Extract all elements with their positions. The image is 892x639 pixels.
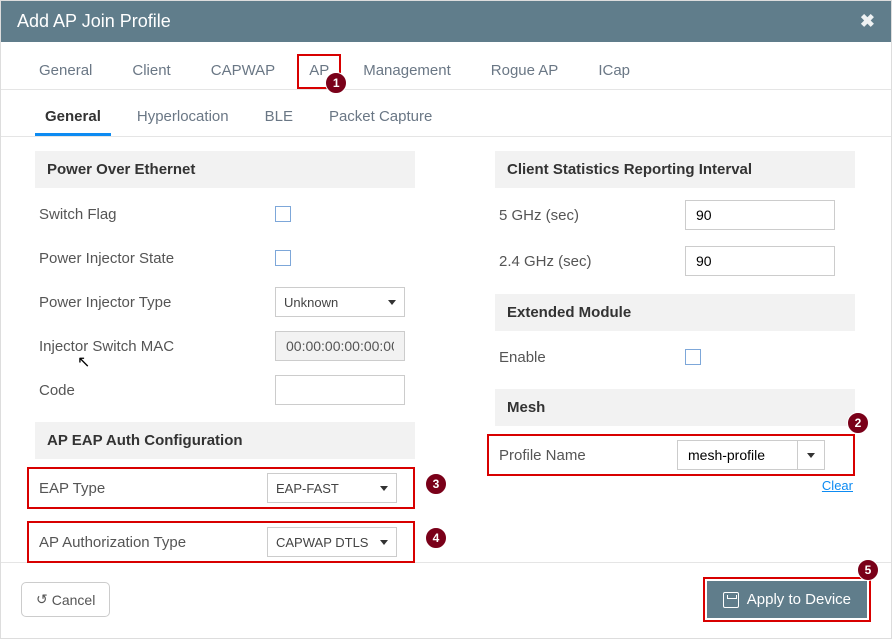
section-eap-header: AP EAP Auth Configuration <box>35 422 415 459</box>
eap-type-select[interactable]: EAP-FAST <box>267 473 397 503</box>
chevron-down-icon <box>807 453 815 458</box>
section-poe-header: Power Over Ethernet <box>35 151 415 188</box>
callout-badge-3: 3 <box>425 473 447 495</box>
clear-link[interactable]: Clear <box>495 478 855 493</box>
enable-label: Enable <box>495 349 685 366</box>
code-field[interactable] <box>275 375 405 405</box>
ghz5-field[interactable] <box>685 200 835 230</box>
cursor-icon: ↖ <box>77 352 90 372</box>
switch-flag-checkbox[interactable] <box>275 206 291 222</box>
apply-highlight: Apply to Device <box>703 577 871 622</box>
modal-title: Add AP Join Profile <box>17 11 171 32</box>
eap-type-row: EAP Type EAP-FAST <box>27 467 415 509</box>
section-mesh-header: Mesh <box>495 389 855 426</box>
tab-icap[interactable]: ICap <box>580 54 648 89</box>
callout-badge-5: 5 <box>857 559 879 581</box>
callout-badge-2: 2 <box>847 412 869 434</box>
subtab-ble[interactable]: BLE <box>255 100 303 136</box>
undo-icon <box>36 591 48 608</box>
switch-flag-label: Switch Flag <box>35 206 275 223</box>
injector-mac-field <box>275 331 405 361</box>
ghz5-label: 5 GHz (sec) <box>495 207 685 224</box>
auth-type-value: CAPWAP DTLS <box>276 535 368 550</box>
section-ext-header: Extended Module <box>495 294 855 331</box>
auth-type-select[interactable]: CAPWAP DTLS <box>267 527 397 557</box>
chevron-down-icon <box>388 300 396 305</box>
subtab-packet-capture[interactable]: Packet Capture <box>319 100 442 136</box>
tab-management[interactable]: Management <box>345 54 469 89</box>
profile-name-dropdown[interactable] <box>797 440 825 470</box>
apply-button[interactable]: Apply to Device <box>707 581 867 618</box>
auth-type-row: AP Authorization Type CAPWAP DTLS <box>27 521 415 563</box>
injector-type-select[interactable]: Unknown <box>275 287 405 317</box>
ghz24-label: 2.4 GHz (sec) <box>495 253 685 270</box>
save-icon <box>723 592 739 608</box>
subtab-hyperlocation[interactable]: Hyperlocation <box>127 100 239 136</box>
code-label: Code <box>35 382 275 399</box>
cancel-button[interactable]: Cancel <box>21 582 110 617</box>
profile-name-field[interactable] <box>677 440 797 470</box>
tab-client[interactable]: Client <box>114 54 188 89</box>
tab-rogue-ap[interactable]: Rogue AP <box>473 54 577 89</box>
sub-tabs: General Hyperlocation BLE Packet Capture <box>1 90 891 137</box>
profile-name-label: Profile Name <box>495 447 677 464</box>
section-stats-header: Client Statistics Reporting Interval <box>495 151 855 188</box>
injector-state-checkbox[interactable] <box>275 250 291 266</box>
injector-state-label: Power Injector State <box>35 250 275 267</box>
injector-type-label: Power Injector Type <box>35 294 275 311</box>
tab-capwap[interactable]: CAPWAP <box>193 54 293 89</box>
enable-checkbox[interactable] <box>685 349 701 365</box>
injector-type-value: Unknown <box>284 295 338 310</box>
profile-name-row: Profile Name <box>487 434 855 476</box>
cancel-label: Cancel <box>52 592 96 608</box>
subtab-general[interactable]: General <box>35 100 111 136</box>
eap-type-label: EAP Type <box>35 480 267 497</box>
apply-label: Apply to Device <box>747 591 851 608</box>
ghz24-field[interactable] <box>685 246 835 276</box>
close-icon[interactable]: ✖ <box>860 11 875 32</box>
tab-general[interactable]: General <box>21 54 110 89</box>
auth-type-label: AP Authorization Type <box>35 534 267 551</box>
eap-type-value: EAP-FAST <box>276 481 339 496</box>
chevron-down-icon <box>380 540 388 545</box>
chevron-down-icon <box>380 486 388 491</box>
callout-badge-4: 4 <box>425 527 447 549</box>
main-tabs: General Client CAPWAP AP 1 Management Ro… <box>1 42 891 90</box>
injector-mac-label: Injector Switch MAC <box>35 338 275 355</box>
